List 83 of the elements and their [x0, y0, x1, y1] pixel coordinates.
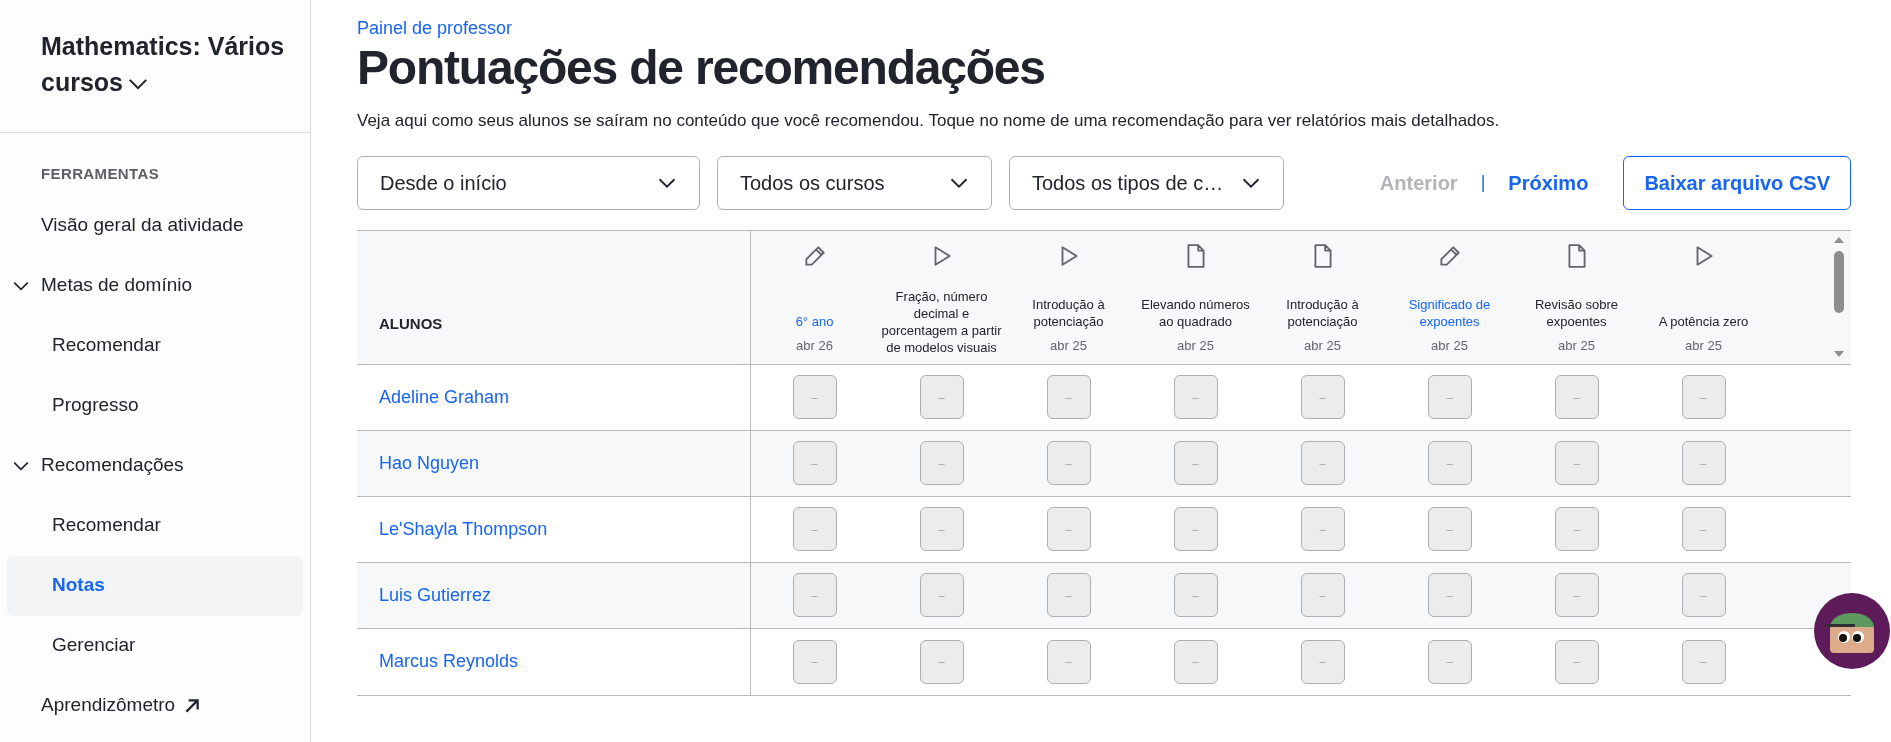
sidebar-item[interactable]: Gerenciar [7, 615, 303, 676]
filter-dropdown[interactable]: Todos os tipos de c… [1009, 155, 1284, 210]
score-cell[interactable]: – [919, 639, 964, 684]
score-cell[interactable]: – [792, 639, 837, 684]
score-cell[interactable]: – [1300, 573, 1345, 617]
sidebar-item[interactable]: Progresso [7, 375, 303, 436]
filter-dropdown[interactable]: Todos os cursos [717, 155, 992, 210]
next-link[interactable]: Próximo [1508, 167, 1589, 198]
course-title[interactable]: Mathematics: Vários cursos [41, 28, 303, 100]
column-title: A potência zero [1657, 313, 1750, 330]
column-date: abr 26 [796, 337, 833, 355]
score-cell[interactable]: – [1427, 441, 1472, 485]
score-cell[interactable]: – [919, 375, 964, 419]
student-name-link[interactable]: Hao Nguyen [379, 449, 480, 477]
score-cell[interactable]: – [1046, 573, 1091, 617]
score-cell[interactable]: – [1046, 375, 1091, 419]
score-cell[interactable]: – [1173, 507, 1218, 551]
breadcrumb-link[interactable]: Painel de professor [357, 16, 1851, 40]
page-title: Pontuações de recomendações [357, 40, 1046, 96]
mascot-avatar-icon[interactable] [1814, 593, 1890, 669]
sidebar-item[interactable]: Notas [7, 555, 303, 616]
column-title: Revisão sobre expoentes [1533, 296, 1620, 330]
pagination-separator: | [1480, 171, 1486, 194]
student-name-link[interactable]: Marcus Reynolds [379, 648, 519, 675]
sidebar-item[interactable]: Aprendizômetro [7, 675, 303, 736]
column-date: abr 25 [1304, 337, 1341, 355]
score-cell[interactable]: – [1427, 375, 1472, 419]
score-cell[interactable]: – [1681, 639, 1726, 684]
score-cell[interactable]: – [1681, 441, 1726, 485]
arrow-up-right-icon [183, 696, 202, 715]
page-description: Veja aqui como seus alunos se saíram no conteúdo que você recomendou. Toque no nome de uma recomendação para ver relatórios mais detalhados. [357, 110, 1501, 132]
score-cell[interactable]: – [792, 507, 837, 551]
student-name-link[interactable]: Luis Gutierrez [379, 581, 492, 609]
column-date: abr 25 [1558, 337, 1595, 355]
column-title: Fração, número decimal e porcentagem a partir de modelos visuais [881, 287, 1002, 356]
sidebar-item[interactable]: Recomendar [7, 495, 303, 556]
sidebar-item[interactable]: Recomendações [7, 435, 303, 496]
score-cell[interactable]: – [919, 441, 964, 485]
score-cell[interactable]: – [1173, 375, 1218, 419]
score-cell[interactable]: – [1554, 375, 1599, 419]
column-title: Elevando números ao quadrado [1140, 296, 1251, 330]
student-name-link[interactable]: Le'Shayla Thompson [379, 515, 548, 543]
score-cell[interactable]: – [1046, 639, 1091, 684]
sidebar-item[interactable]: Visão geral da atividade [7, 195, 303, 256]
sidebar-item[interactable]: Recomendar [7, 315, 303, 376]
score-cell[interactable]: – [1554, 573, 1599, 617]
column-date: abr 25 [1050, 337, 1087, 355]
score-cell[interactable]: – [1046, 507, 1091, 551]
column-date: abr 25 [1177, 337, 1214, 355]
score-cell[interactable]: – [1173, 441, 1218, 485]
score-cell[interactable]: – [1427, 639, 1472, 684]
score-cell[interactable]: – [1554, 441, 1599, 485]
column-header: ALUNOS [379, 314, 443, 334]
column-title: Introdução à potenciação [1031, 296, 1106, 330]
score-cell[interactable]: – [1427, 573, 1472, 617]
column-date: abr 25 [1431, 337, 1468, 355]
score-cell[interactable]: – [792, 573, 837, 617]
column-title: Introdução à potenciação [1285, 296, 1360, 330]
score-cell[interactable]: – [1300, 375, 1345, 419]
score-cell[interactable]: – [919, 507, 964, 551]
score-cell[interactable]: – [1554, 507, 1599, 551]
score-cell[interactable]: – [792, 375, 837, 419]
column-title[interactable]: 6° ano [754, 313, 875, 330]
score-cell[interactable]: – [1427, 507, 1472, 551]
score-cell[interactable]: – [1300, 639, 1345, 684]
score-cell[interactable]: – [1300, 507, 1345, 551]
download-csv-button[interactable]: Baixar arquivo CSV [1623, 155, 1851, 210]
student-name-link[interactable]: Adeline Graham [379, 383, 510, 411]
score-cell[interactable]: – [919, 573, 964, 617]
score-cell[interactable]: – [1300, 441, 1345, 485]
score-cell[interactable]: – [1681, 375, 1726, 419]
sidebar-item[interactable]: Metas de domínio [7, 255, 303, 316]
score-cell[interactable]: – [1681, 507, 1726, 551]
score-cell[interactable]: – [1046, 441, 1091, 485]
section-label: FERRAMENTAS [40, 164, 160, 184]
score-cell[interactable]: – [792, 441, 837, 485]
column-title[interactable]: Significado de expoentes [1389, 296, 1510, 330]
filter-dropdown[interactable]: Desde o início [357, 155, 700, 210]
score-cell[interactable]: – [1554, 639, 1599, 684]
score-cell[interactable]: – [1173, 639, 1218, 684]
score-cell[interactable]: – [1681, 573, 1726, 617]
score-cell[interactable]: – [1173, 573, 1218, 617]
column-date: abr 25 [1685, 337, 1722, 355]
